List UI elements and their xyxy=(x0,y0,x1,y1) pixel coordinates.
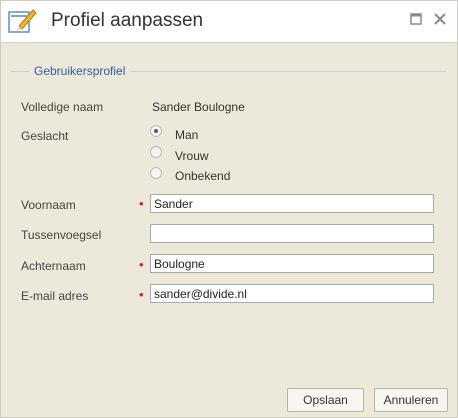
first-name-required-marker: • xyxy=(139,196,144,211)
gender-option-man[interactable]: Man xyxy=(175,128,198,142)
email-label: E-mail adres xyxy=(21,289,89,303)
section-legend: Gebruikersprofiel xyxy=(29,64,131,78)
email-field[interactable] xyxy=(150,284,434,303)
last-name-field[interactable] xyxy=(150,254,434,273)
full-name-label: Volledige naam xyxy=(21,100,104,114)
maximize-icon[interactable] xyxy=(407,10,425,28)
gender-radio-man[interactable] xyxy=(150,125,162,137)
window-title: Profiel aanpassen xyxy=(51,10,204,31)
prefix-field[interactable] xyxy=(150,224,434,243)
gender-radio-vrouw[interactable] xyxy=(150,146,162,158)
close-icon[interactable] xyxy=(431,10,449,28)
edit-pencil-icon xyxy=(8,9,37,33)
title-bar: Profiel aanpassen xyxy=(1,1,457,43)
last-name-label: Achternaam xyxy=(21,259,86,273)
gender-option-onbekend[interactable]: Onbekend xyxy=(175,169,230,183)
gender-radio-onbekend[interactable] xyxy=(150,167,162,179)
prefix-label: Tussenvoegsel xyxy=(21,228,102,242)
save-button[interactable]: Opslaan xyxy=(287,388,364,412)
email-required-marker: • xyxy=(139,287,144,302)
gender-label: Geslacht xyxy=(21,129,69,143)
gender-option-vrouw[interactable]: Vrouw xyxy=(175,149,209,163)
profile-dialog: Profiel aanpassen Gebruikersprofiel Voll… xyxy=(0,0,458,418)
last-name-required-marker: • xyxy=(139,257,144,272)
first-name-label: Voornaam xyxy=(21,198,76,212)
full-name-value: Sander Boulogne xyxy=(152,100,245,114)
cancel-button[interactable]: Annuleren xyxy=(374,388,448,412)
first-name-field[interactable] xyxy=(150,194,434,213)
